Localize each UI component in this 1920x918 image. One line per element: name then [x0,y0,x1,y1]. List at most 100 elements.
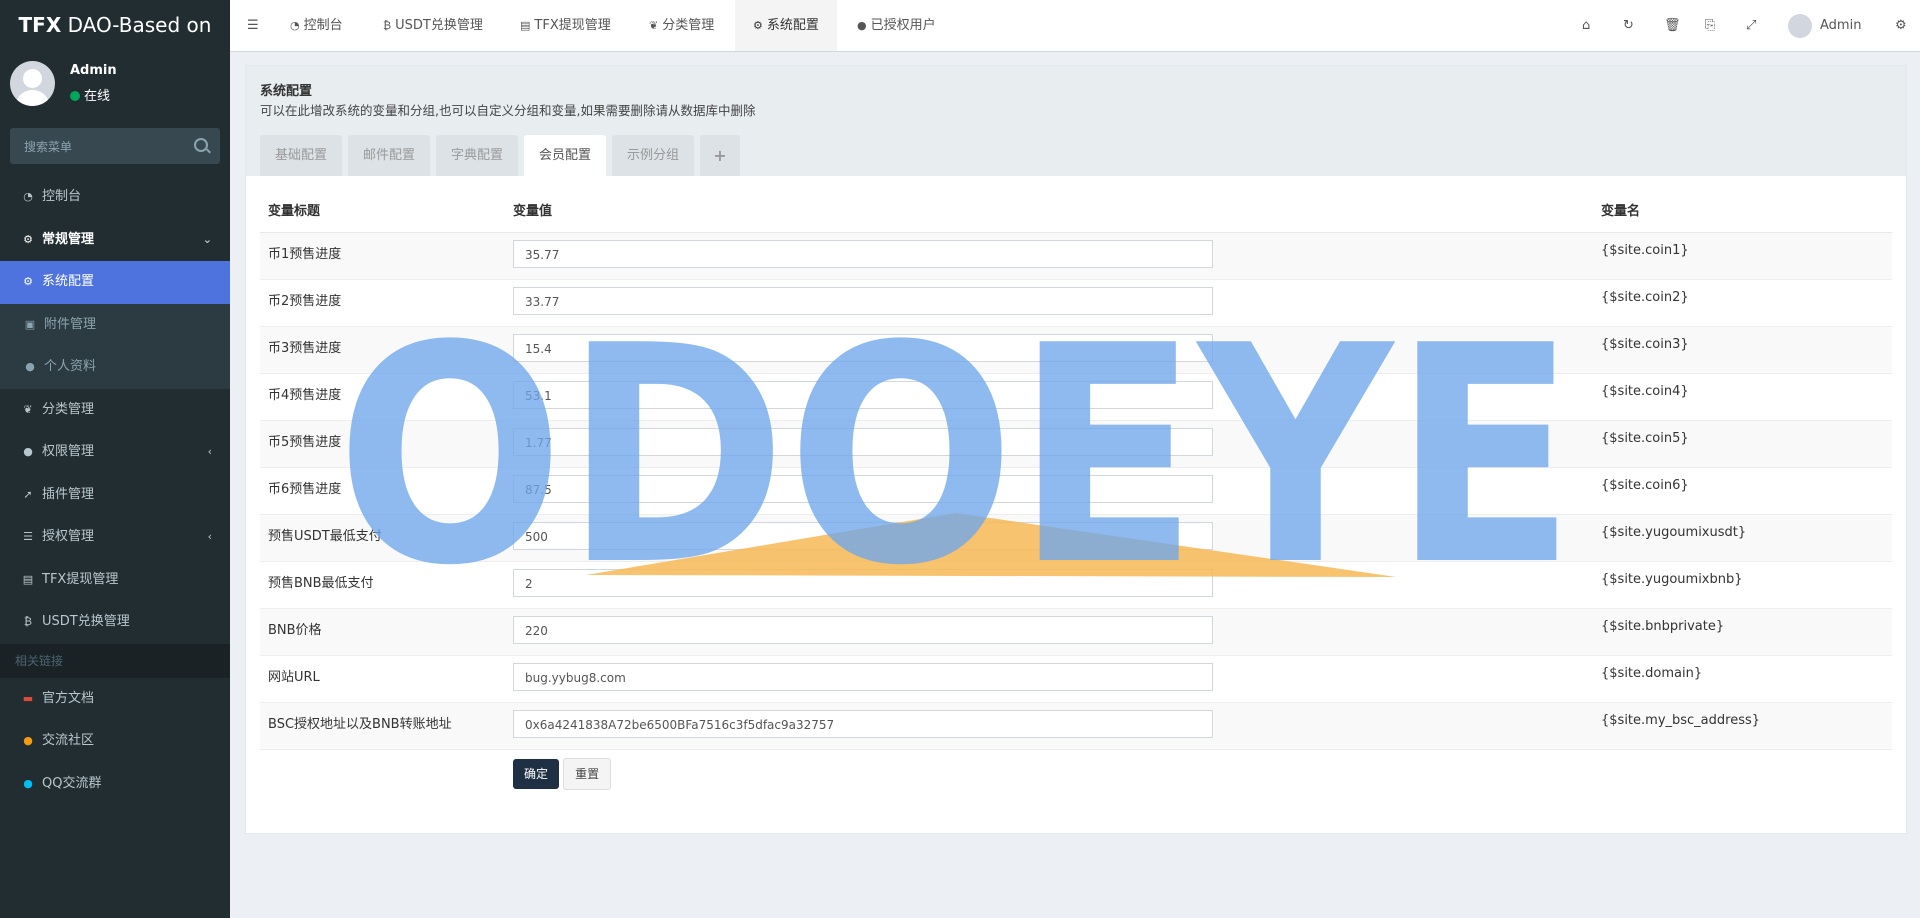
sidebar-link-label: 交流社区 [42,733,95,748]
sidebar-item-label: USDT兑换管理 [42,614,130,629]
row-title: BSC授权地址以及BNB转账地址 [260,702,505,750]
row-value-input[interactable]: 2 [513,569,1213,597]
sidebar-item-label: 授权管理 [42,529,95,544]
table-row: 预售USDT最低支付 500 {$site.yugoumixusdt} [260,514,1892,562]
chevron-left-icon: ‹ [207,445,212,458]
table-row: 预售BNB最低支付 2 {$site.yugoumixbnb} [260,561,1892,609]
row-value-input[interactable]: 15.4 [513,334,1213,362]
tab-system-config[interactable]: ⚙ 系统配置 [735,0,837,51]
brand-rest: DAO-Based on [61,13,212,37]
tab-email-config[interactable]: 邮件配置 [348,135,430,176]
sidebar-item-profile[interactable]: ● 个人资料 [0,346,230,389]
sidebar-item-usdt-exchange[interactable]: ₿ USDT兑换管理 [0,601,230,644]
image-icon: ▣ [24,317,36,331]
row-value-input[interactable]: 500 [513,522,1213,550]
row-value-input[interactable]: 220 [513,616,1213,644]
sidebar-toggle-icon[interactable]: ☰ [247,0,259,51]
search-icon[interactable] [194,138,208,152]
table-row: 币4预售进度 53.1 {$site.coin4} [260,373,1892,421]
user-panel: Admin 在线 [0,51,230,123]
add-tab-button[interactable]: + [700,135,740,176]
brand-bold: TFX [18,13,62,37]
row-variable-name: {$site.coin5} [1593,420,1892,468]
top-navbar: ☰ ◔ 控制台 ₿ USDT兑换管理 ▤ TFX提现管理 ❦ 分类管理 ⚙ 系统配置 ● 已… [230,0,1920,52]
sidebar-item-label: 附件管理 [44,316,97,332]
refresh-icon[interactable]: ↻ [1623,0,1634,51]
column-header-title: 变量标题 [260,187,505,233]
tab-member-config[interactable]: 会员配置 [524,135,606,176]
sidebar-link-docs[interactable]: ▬ 官方文档 [0,678,230,721]
reset-button[interactable]: 重置 [563,758,612,790]
tab-label: 分类管理 [662,18,715,33]
row-variable-name: {$site.coin4} [1593,373,1892,421]
comment-icon: ● [23,734,33,747]
row-value-input[interactable]: 35.77 [513,240,1213,268]
id-card-icon: ▤ [22,572,34,586]
tab-tfx-withdraw[interactable]: ▤ TFX提现管理 [520,0,611,51]
translate-icon[interactable]: ⎘ [1705,0,1715,51]
avatar [1788,13,1812,38]
user-status-text: 在线 [84,89,111,104]
table-row: 币3预售进度 15.4 {$site.coin3} [260,326,1892,374]
sidebar-item-system-config[interactable]: ⚙ 系统配置 [0,261,230,304]
settings-icon[interactable]: ⚙ [1895,0,1907,51]
app-logo[interactable]: TFX DAO-Based on [0,0,230,51]
sidebar-search-input[interactable]: 搜索菜单 [10,128,220,164]
row-title: 网站URL [260,655,505,703]
sidebar-item-authorization[interactable]: ☰ 授权管理 ‹ [0,516,230,559]
sidebar-item-general[interactable]: ⚙ 常规管理 ⌄ [0,219,230,262]
sidebar-item-plugins[interactable]: ➚ 插件管理 [0,474,230,517]
sidebar-item-label: 分类管理 [42,401,95,417]
tab-usdt-exchange[interactable]: ₿ USDT兑换管理 [383,0,483,51]
table-row: 币5预售进度 1.77 {$site.coin5} [260,420,1892,468]
online-dot-icon [70,91,80,101]
column-header-name: 变量名 [1593,187,1892,233]
sidebar-item-category[interactable]: ❦ 分类管理 [0,389,230,432]
sidebar-item-dashboard[interactable]: ◔ 控制台 [0,176,230,219]
sidebar-item-tfx-withdraw[interactable]: ▤ TFX提现管理 [0,559,230,602]
submit-button[interactable]: 确定 [513,759,560,789]
sidebar-item-label: 系统配置 [42,274,95,289]
panel-description: 可以在此增改系统的变量和分组,也可以自定义分组和变量,如果需要删除请从数据库中删… [260,103,756,118]
sidebar-link-community[interactable]: ● 交流社区 [0,720,230,763]
list-icon: ☰ [23,530,33,543]
bitcoin-icon: ₿ [23,615,33,628]
sidebar-link-label: QQ交流群 [42,775,102,791]
group-icon: ● [23,445,33,458]
home-icon[interactable]: ⌂ [1582,0,1590,51]
row-title: 币5预售进度 [260,420,505,468]
user-icon: ● [857,19,867,32]
tab-example-group[interactable]: 示例分组 [612,135,694,176]
row-title: 币1预售进度 [260,232,505,280]
row-variable-name: {$site.bnbprivate} [1593,608,1892,656]
row-value-input[interactable]: 33.77 [513,287,1213,315]
sidebar-link-qq[interactable]: ● QQ交流群 [0,763,230,806]
tab-dashboard[interactable]: ◔ 控制台 [290,0,343,51]
table-row: 币1预售进度 35.77 {$site.coin1} [260,232,1892,280]
user-menu[interactable]: Admin [1788,0,1861,51]
tab-authorized-users[interactable]: ● 已授权用户 [857,0,936,51]
row-value-input[interactable]: bug.yybug8.com [513,663,1213,691]
sidebar-link-label: 官方文档 [42,690,95,706]
sidebar: TFX DAO-Based on Admin 在线 搜索菜单 ◔ 控制台 ⚙ 常规管… [0,0,230,918]
table-row: 币6预售进度 87.5 {$site.coin6} [260,467,1892,515]
panel-title: 系统配置 [260,84,313,99]
trash-icon[interactable]: 🗑 [1664,0,1681,51]
id-card-icon: ▤ [520,19,531,32]
row-value-input[interactable]: 1.77 [513,428,1213,456]
config-table: 变量标题 变量值 变量名 币1预售进度 35.77 {$site.coin1} 币2… [260,187,1892,797]
user-menu-label: Admin [1820,18,1862,33]
gear-icon: ⚙ [753,19,763,32]
sidebar-item-attachments[interactable]: ▣ 附件管理 [0,303,230,346]
qq-icon: ● [23,776,33,790]
tab-category[interactable]: ❦ 分类管理 [649,0,714,51]
sidebar-item-permissions[interactable]: ● 权限管理 ‹ [0,431,230,474]
row-value-input[interactable]: 0x6a4241838A72be6500BFa7516c3f5dfac9a327… [513,710,1213,738]
tab-basic-config[interactable]: 基础配置 [260,135,342,176]
table-row: 网站URL bug.yybug8.com {$site.domain} [260,655,1892,703]
row-value-input[interactable]: 87.5 [513,475,1213,503]
tab-label: TFX提现管理 [534,18,611,33]
tab-dictionary-config[interactable]: 字典配置 [436,135,518,176]
fullscreen-icon[interactable]: ⤢ [1746,0,1756,51]
row-value-input[interactable]: 53.1 [513,381,1213,409]
